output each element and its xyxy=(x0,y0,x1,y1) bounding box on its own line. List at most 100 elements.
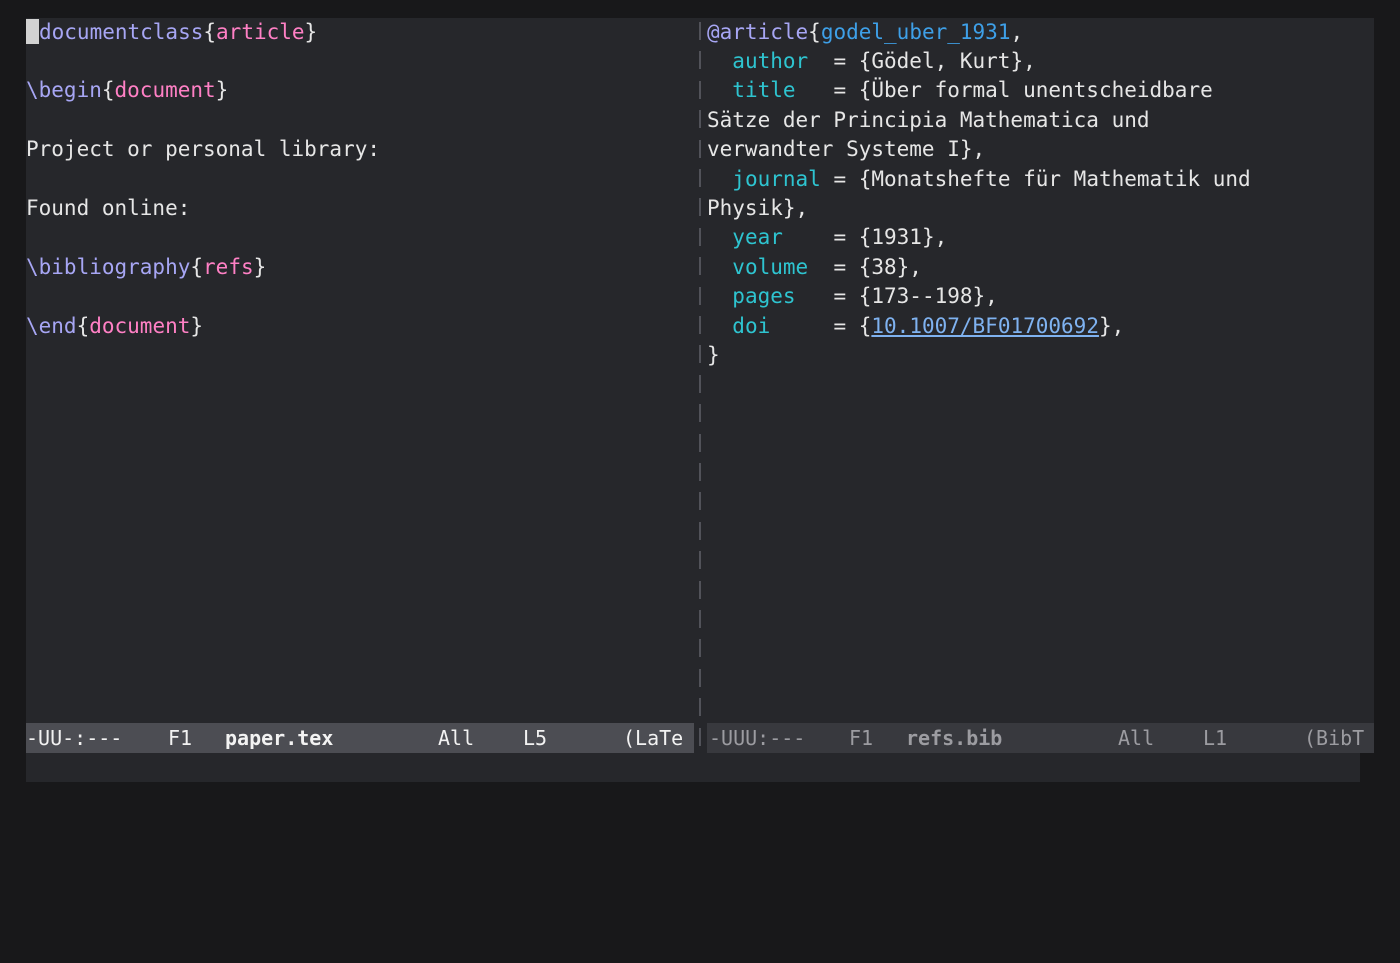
bibtex-field-journal: journal = {Monatshefte für Mathematik un… xyxy=(707,165,1251,194)
field-value-end: }, xyxy=(1098,314,1125,338)
window-divider[interactable] xyxy=(696,18,706,753)
journal-continuation: Physik}, xyxy=(707,196,809,220)
divider-segment xyxy=(699,668,701,687)
latex-argument: document xyxy=(89,314,191,338)
field-value: = {Über formal unentscheidbare xyxy=(795,78,1213,102)
modeline-line-number: L5 xyxy=(523,726,548,750)
divider-segment xyxy=(699,286,701,305)
modeline-line-number: L1 xyxy=(1203,726,1228,750)
field-value: = {Monatshefte für Mathematik und xyxy=(820,167,1251,191)
brace: { xyxy=(808,20,821,44)
modeline-major-mode[interactable]: (LaTe xyxy=(623,723,683,753)
divider-segment xyxy=(699,22,701,40)
divider-segment xyxy=(699,227,701,246)
code-line-5: Project or personal library: xyxy=(26,137,381,161)
field-name: pages xyxy=(732,284,796,308)
bibtex-field-pages: pages = {173--198}, xyxy=(707,282,998,311)
divider-segment xyxy=(699,698,701,717)
field-value: = { xyxy=(770,314,872,338)
bibtex-field-author: author = {Gödel, Kurt}, xyxy=(707,47,1036,76)
latex-argument: refs xyxy=(203,255,254,279)
brace: { xyxy=(190,255,204,279)
latex-command: \begin xyxy=(26,78,102,102)
doi-link[interactable]: 10.1007/BF01700692 xyxy=(871,314,1099,338)
field-value: = {Gödel, Kurt}, xyxy=(808,49,1036,73)
brace: } xyxy=(215,78,229,102)
divider-segment xyxy=(699,51,701,70)
divider-segment xyxy=(699,521,701,540)
latex-command: documentclass xyxy=(39,20,204,44)
brace: } xyxy=(190,314,204,338)
modeline-major-mode[interactable]: (BibT xyxy=(1304,723,1364,753)
modeline-position: All xyxy=(438,726,475,750)
bibtex-key: godel_uber_1931 xyxy=(820,20,1011,44)
divider-segment xyxy=(699,492,701,511)
modeline-status: -UU-:--- xyxy=(26,726,123,750)
divider-segment xyxy=(699,639,701,658)
bibtex-field-volume: volume = {38}, xyxy=(707,253,922,282)
divider-segment xyxy=(699,257,701,276)
divider-segment xyxy=(699,433,701,452)
entry-close-brace: } xyxy=(707,343,720,367)
divider-segment xyxy=(699,139,701,158)
divider-segment xyxy=(699,610,701,628)
divider-segment xyxy=(699,580,701,599)
comma: , xyxy=(1010,20,1024,44)
divider-segment xyxy=(699,374,701,393)
modeline-frame: F1 xyxy=(849,726,874,750)
mode-line-paper-tex[interactable]: -UU-:--- F1 paper.tex All L5 (LaTe xyxy=(26,723,694,753)
divider-segment xyxy=(699,110,701,129)
echo-area[interactable] xyxy=(26,753,1360,782)
latex-command: \end xyxy=(26,314,77,338)
field-name: journal xyxy=(732,167,821,191)
field-name: author xyxy=(732,49,809,73)
bibtex-field-doi: doi = {10.1007/BF01700692}, xyxy=(707,312,1124,341)
editor-pane-paper-tex[interactable]: documentclass{article} \begin{document} … xyxy=(26,18,694,723)
title-continuation-1: Sätze der Principia Mathematica und xyxy=(707,108,1150,132)
code-line-9: \bibliography{refs} xyxy=(26,253,266,282)
divider-segment xyxy=(699,345,701,364)
code-line-3: \begin{document} xyxy=(26,76,228,105)
divider-segment xyxy=(699,404,701,423)
field-value: = {38}, xyxy=(808,255,922,279)
divider-segment xyxy=(699,727,701,746)
divider-segment xyxy=(699,198,701,217)
latex-argument: document xyxy=(114,78,216,102)
brace: { xyxy=(203,20,217,44)
modeline-buffer-name[interactable]: refs.bib xyxy=(906,723,1002,753)
mode-line-refs-bib[interactable]: -UUU:--- F1 refs.bib All L1 (BibT xyxy=(707,723,1374,753)
title-continuation-2: verwandter Systeme I}, xyxy=(707,137,986,161)
modeline-buffer-name[interactable]: paper.tex xyxy=(225,723,333,753)
bibtex-entry-type: @article xyxy=(707,20,809,44)
brace: { xyxy=(101,78,115,102)
field-name: doi xyxy=(732,314,771,338)
field-value: = {173--198}, xyxy=(795,284,998,308)
bibtex-field-year: year = {1931}, xyxy=(707,223,947,252)
field-name: year xyxy=(732,225,783,249)
modeline-frame: F1 xyxy=(168,726,193,750)
divider-segment xyxy=(699,169,701,187)
editor-pane-refs-bib[interactable]: @article{godel_uber_1931, author = {Göde… xyxy=(707,18,1374,723)
modeline-position: All xyxy=(1118,726,1155,750)
code-line-1: @article{godel_uber_1931, xyxy=(707,18,1023,47)
code-line-7: Found online: xyxy=(26,196,191,220)
code-line-1: documentclass{article} xyxy=(26,18,317,47)
field-name: title xyxy=(732,78,796,102)
latex-argument: article xyxy=(216,20,305,44)
field-value: = {1931}, xyxy=(782,225,948,249)
brace: { xyxy=(76,314,90,338)
brace: } xyxy=(304,20,318,44)
modeline-status: -UUU:--- xyxy=(709,726,806,750)
brace: } xyxy=(253,255,267,279)
bibtex-field-title: title = {Über formal unentscheidbare xyxy=(707,76,1213,105)
text-cursor xyxy=(26,19,39,44)
latex-command: \bibliography xyxy=(26,255,191,279)
emacs-frame: documentclass{article} \begin{document} … xyxy=(26,18,1374,782)
